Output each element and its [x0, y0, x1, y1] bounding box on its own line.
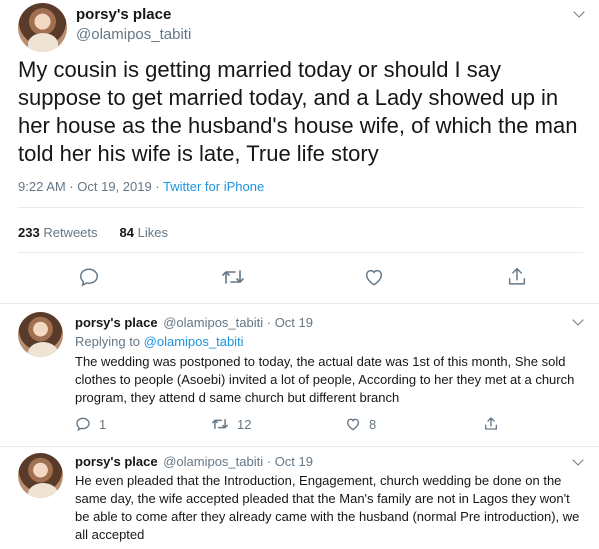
avatar[interactable] [18, 312, 63, 357]
replying-to: Replying to @olamipos_tabiti [75, 334, 244, 349]
reply-header: porsy's place @olamipos_tabiti · Oct 19 [75, 315, 313, 330]
divider [18, 207, 583, 208]
likes-count: 84 [119, 225, 134, 240]
tweet-actions [0, 266, 599, 292]
likes-label: Likes [137, 225, 168, 240]
avatar[interactable] [18, 3, 67, 52]
retweet-count: 12 [237, 416, 252, 432]
reply-date[interactable]: · Oct 19 [267, 315, 313, 330]
handle[interactable]: @olamipos_tabiti [163, 454, 263, 469]
display-name[interactable]: porsy's place [76, 6, 171, 23]
reply-tweet[interactable]: porsy's place @olamipos_tabiti · Oct 19 … [0, 304, 599, 446]
retweets-stat[interactable]: 233 Retweets [18, 225, 98, 240]
share-icon[interactable] [506, 266, 528, 288]
retweet-icon [211, 416, 229, 432]
chevron-down-icon[interactable] [572, 454, 584, 466]
tweet-text: My cousin is getting married today or sh… [18, 57, 578, 166]
tweet-time[interactable]: 9:22 AM · Oct 19, 2019 · [18, 179, 163, 194]
reply-date[interactable]: · Oct 19 [267, 454, 313, 469]
reply-count: 1 [99, 416, 107, 432]
reply-tweet[interactable]: porsy's place @olamipos_tabiti · Oct 19 … [0, 447, 599, 549]
retweets-label: Retweets [43, 225, 98, 240]
likes-stat[interactable]: 84 Likes [120, 225, 168, 240]
share-icon [483, 416, 499, 432]
main-tweet: porsy's place @olamipos_tabiti My cousin… [0, 0, 599, 299]
reply-text: He even pleaded that the Introduction, E… [75, 473, 580, 542]
reply-button[interactable]: 1 [75, 416, 106, 432]
heart-icon [345, 416, 361, 432]
tweet-stats: 233 Retweets 84 Likes [18, 225, 182, 240]
reply-icon[interactable] [78, 266, 100, 288]
display-name[interactable]: porsy's place [75, 315, 158, 330]
divider [18, 252, 583, 253]
reply-text: The wedding was postponed to today, the … [75, 354, 575, 405]
retweet-button[interactable]: 12 [211, 416, 251, 432]
chevron-down-icon[interactable] [573, 6, 585, 18]
replying-prefix: Replying to [75, 334, 144, 349]
avatar[interactable] [18, 453, 63, 498]
replying-mention[interactable]: @olamipos_tabiti [144, 334, 244, 349]
retweets-count: 233 [18, 225, 40, 240]
tweet-timestamp: 9:22 AM · Oct 19, 2019 · Twitter for iPh… [18, 179, 264, 194]
like-count: 8 [369, 416, 377, 432]
reply-header: porsy's place @olamipos_tabiti · Oct 19 [75, 454, 313, 469]
share-button[interactable] [483, 416, 499, 432]
heart-icon[interactable] [363, 266, 385, 288]
handle[interactable]: @olamipos_tabiti [76, 26, 191, 43]
tweet-source-link[interactable]: Twitter for iPhone [163, 179, 264, 194]
display-name[interactable]: porsy's place [75, 454, 158, 469]
chevron-down-icon[interactable] [572, 314, 584, 326]
retweet-icon[interactable] [221, 266, 245, 288]
reply-icon [75, 416, 91, 432]
like-button[interactable]: 8 [345, 416, 376, 432]
handle[interactable]: @olamipos_tabiti [163, 315, 263, 330]
